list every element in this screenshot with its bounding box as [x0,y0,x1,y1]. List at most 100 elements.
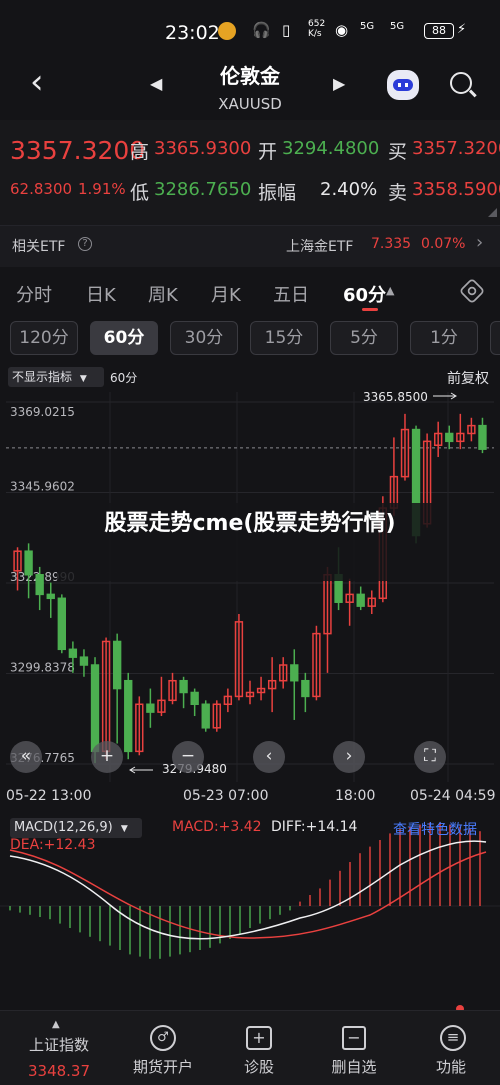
overlay-text: 股票走势cme(股票走势行情) [104,511,396,536]
candle-body [179,679,188,694]
vibrate-icon: ▯ [282,21,291,39]
candle-body [46,593,55,600]
date-label-3: 18:00 [335,788,376,804]
scroll-left-fast-button[interactable]: « [10,741,42,773]
period-1[interactable]: 1分 [410,321,478,355]
max-price-label: 3365.8500 [363,390,428,404]
nav-diagnose[interactable]: 诊股 [219,1056,299,1077]
robot-assistant-icon[interactable] [387,70,419,100]
period-5[interactable]: 5分 [330,321,398,355]
high-value: 3365.9300 [154,138,252,159]
y-tick-label: 3369.0215 [10,405,75,419]
dea-line [9,849,487,939]
caret-up-icon: ▲ [386,284,395,297]
period-120[interactable]: 120分 [10,321,78,355]
y-tick-label: 3345.9602 [10,480,75,494]
last-price: 3357.3200 [10,136,146,165]
chart-period-label: 60分 [110,371,138,385]
open-label: 开 [258,141,278,163]
indicator-select[interactable]: 不显示指标 ▼ [8,367,104,387]
amplitude-label: 振幅 [258,182,297,204]
status-time: 23:02 [165,22,220,44]
candle-body [68,648,78,658]
tab-daily[interactable]: 日K [86,281,116,307]
diagnose-icon: + [246,1026,272,1050]
macd-indicator-select[interactable]: MACD(12,26,9) ▼ [10,818,142,838]
period-more[interactable] [490,321,500,355]
diff-value: DIFF:+14.14 [271,819,358,835]
related-etf-bar[interactable]: 相关ETF ? 上海金ETF 7.335 0.07% › [0,225,500,267]
app-notification-icon [218,22,236,40]
tab-timeshare[interactable]: 分时 [16,281,52,307]
open-value: 3294.4800 [282,138,380,159]
buy-label: 卖 [388,182,408,204]
fullscreen-button[interactable]: ⛶ [414,741,446,773]
title-bar: ‹ ◀ 伦敦金 XAUUSD ▶ [0,50,500,120]
zoom-in-button[interactable]: + [91,741,123,773]
app-root: 23:02 🎧 ▯ 652 K/s ◉ 5G 5G 88 ⚡ ‹ ◀ 伦敦金 X… [0,0,500,1085]
candle-body [190,691,199,706]
zoom-out-button[interactable]: − [172,741,204,773]
tab-60min[interactable]: 60分 [343,281,386,307]
period-15[interactable]: 15分 [250,321,318,355]
macd-value: MACD:+3.42 [172,819,262,835]
charging-icon: ⚡ [457,22,467,37]
candle-body [35,574,44,596]
indicator-select-label: 不显示指标 [12,370,73,384]
date-label-1: 05-22 13:00 [6,788,92,804]
candle-body [79,656,89,666]
tab-monthly[interactable]: 月K [211,281,241,307]
help-icon[interactable]: ? [78,237,92,251]
index-name[interactable]: 上证指数 [14,1034,104,1055]
nav-remove-watchlist[interactable]: 删自选 [314,1056,394,1077]
period-60[interactable]: 60分 [90,321,158,355]
signal-2: 5G [390,21,405,32]
etf-name: 上海金ETF [286,239,354,255]
scroll-right-button[interactable]: › [333,741,365,773]
featured-data-link[interactable]: 查看特色数据 [393,819,477,839]
next-symbol-button[interactable]: ▶ [333,74,345,93]
adjust-button[interactable]: 前复权 [447,368,489,388]
candle-body [24,550,33,576]
caret-up-small-icon: ▲ [52,1019,60,1030]
candle-body [112,640,122,690]
amplitude-value: 2.40% [320,179,378,200]
etf-percent: 0.07% [421,236,466,252]
back-button[interactable]: ‹ [30,64,44,100]
candle-body [90,664,100,753]
nav-functions[interactable]: 功能 [411,1056,491,1077]
wifi-icon: ◉ [335,21,349,39]
index-value: 3348.37 [27,1062,91,1080]
quote-panel: 3357.3200 62.8300 1.91% 高 3365.9300 开 32… [0,120,500,225]
scroll-left-button[interactable]: ‹ [253,741,285,773]
change-percent: 1.91% [78,180,126,198]
chart-tabs [0,268,500,316]
candle-body [478,424,487,450]
tab-five-day[interactable]: 五日 [273,281,309,307]
buy-value: 3358.5900 [412,179,500,200]
candle-body [57,597,66,651]
nav-futures-account[interactable]: 期货开户 [123,1056,203,1077]
net-speed: 652 K/s [308,19,326,39]
diff-line [9,840,487,940]
etf-price: 7.335 [371,236,412,252]
candle-body [356,593,365,607]
sell-label: 买 [388,141,408,163]
macd-indicator-label: MACD(12,26,9) [14,820,113,835]
battery-icon: 88 [424,23,454,39]
macd-dropdown-icon: ▼ [120,824,128,834]
tab-weekly[interactable]: 周K [148,281,178,307]
low-value: 3286.7650 [154,179,252,200]
high-label: 高 [130,141,150,163]
expand-corner-icon[interactable] [488,208,497,217]
page-title: 伦敦金 [220,64,280,88]
headphone-icon: 🎧 [252,21,271,39]
candle-body [301,679,310,698]
functions-icon: ≡ [440,1025,466,1051]
status-bar: 23:02 🎧 ▯ 652 K/s ◉ 5G 5G 88 ⚡ [0,0,500,50]
candle-body [124,679,133,753]
date-label-2: 05-23 07:00 [183,788,269,804]
futures-account-icon: ♂ [150,1025,176,1051]
page-subtitle: XAUUSD [218,95,282,113]
period-30[interactable]: 30分 [170,321,238,355]
